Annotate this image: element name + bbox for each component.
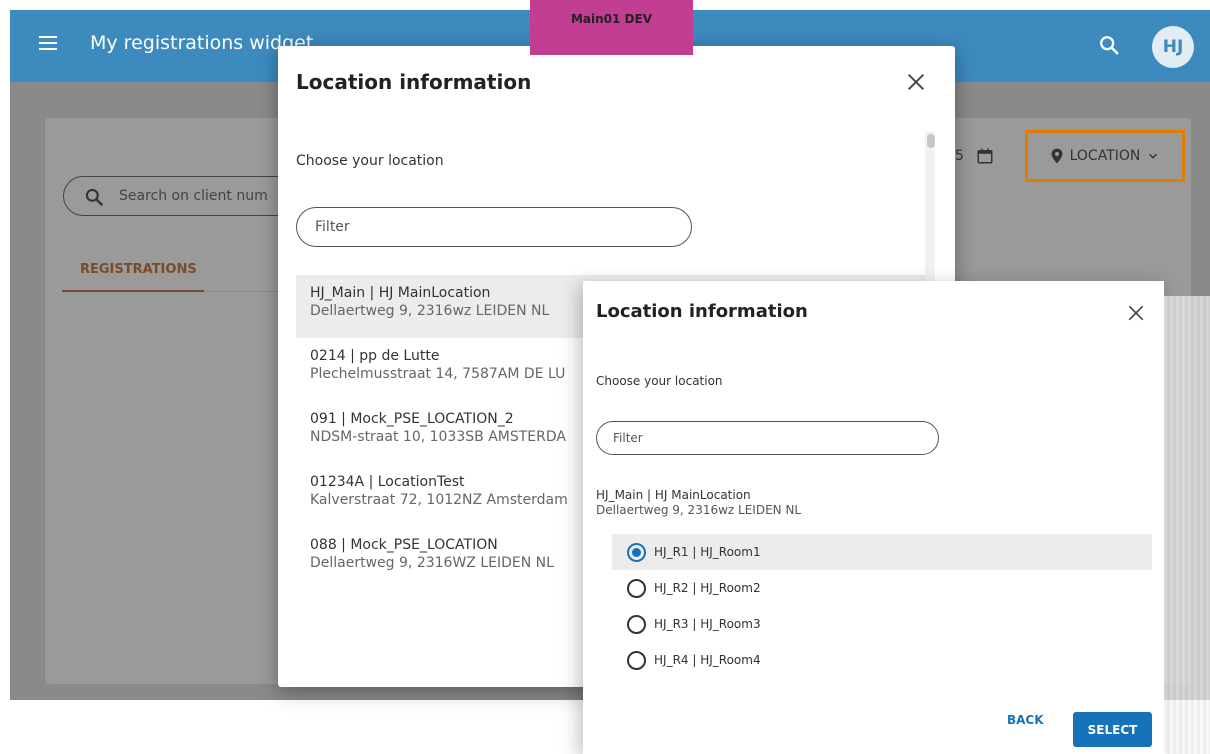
room-dialog: Location information Choose your locatio… xyxy=(583,281,1164,754)
location-button-label: LOCATION xyxy=(1069,148,1141,164)
avatar[interactable]: HJ xyxy=(1152,26,1194,68)
filter-input[interactable] xyxy=(596,421,939,455)
calendar-icon xyxy=(977,148,993,164)
close-icon[interactable] xyxy=(1126,303,1146,323)
select-button[interactable]: SELECT xyxy=(1073,712,1152,747)
search-icon xyxy=(85,188,103,206)
room-option[interactable]: HJ_R4 | HJ_Room4 xyxy=(612,642,1152,678)
room-label: HJ_R3 | HJ_Room3 xyxy=(654,617,761,631)
location-button[interactable]: LOCATION xyxy=(1025,130,1185,182)
room-list: HJ_R1 | HJ_Room1 HJ_R2 | HJ_Room2 HJ_R3 … xyxy=(612,534,1152,678)
room-option[interactable]: HJ_R2 | HJ_Room2 xyxy=(612,570,1152,606)
tab-registrations[interactable]: REGISTRATIONS xyxy=(80,262,197,277)
location-name: HJ_Main | HJ MainLocation xyxy=(596,488,751,502)
tab-indicator xyxy=(62,290,204,292)
chevron-down-icon xyxy=(1149,153,1158,159)
choose-location-label: Choose your location xyxy=(596,374,723,388)
close-icon[interactable] xyxy=(905,71,927,93)
tab-divider xyxy=(204,291,284,292)
radio-unchecked-icon[interactable] xyxy=(627,578,646,598)
choose-location-label: Choose your location xyxy=(296,153,444,169)
edge-artifact xyxy=(1164,296,1210,754)
date-picker[interactable]: 5 xyxy=(955,147,994,165)
scrollbar-thumb[interactable] xyxy=(927,134,935,148)
client-search-placeholder: Search on client num xyxy=(119,188,268,204)
room-label: HJ_R4 | HJ_Room4 xyxy=(654,653,761,667)
date-text: 5 xyxy=(955,148,964,164)
room-option[interactable]: HJ_R3 | HJ_Room3 xyxy=(612,606,1152,642)
environment-badge: Main01 DEV xyxy=(530,0,693,55)
room-label: HJ_R1 | HJ_Room1 xyxy=(654,545,761,559)
filter-input[interactable] xyxy=(296,207,692,247)
dialog-title: Location information xyxy=(596,301,808,322)
selected-location: HJ_Main | HJ MainLocation Dellaertweg 9,… xyxy=(596,488,801,517)
menu-icon[interactable] xyxy=(39,36,57,50)
room-label: HJ_R2 | HJ_Room2 xyxy=(654,581,761,595)
map-pin-icon xyxy=(1051,148,1063,164)
dialog-title: Location information xyxy=(296,70,532,94)
search-icon[interactable] xyxy=(1098,34,1120,56)
back-button[interactable]: BACK xyxy=(1007,713,1044,727)
radio-unchecked-icon[interactable] xyxy=(627,614,646,634)
location-address: Dellaertweg 9, 2316wz LEIDEN NL xyxy=(596,503,802,517)
radio-unchecked-icon[interactable] xyxy=(627,650,646,670)
room-option[interactable]: HJ_R1 | HJ_Room1 xyxy=(612,534,1152,570)
radio-checked-icon[interactable] xyxy=(627,542,646,562)
